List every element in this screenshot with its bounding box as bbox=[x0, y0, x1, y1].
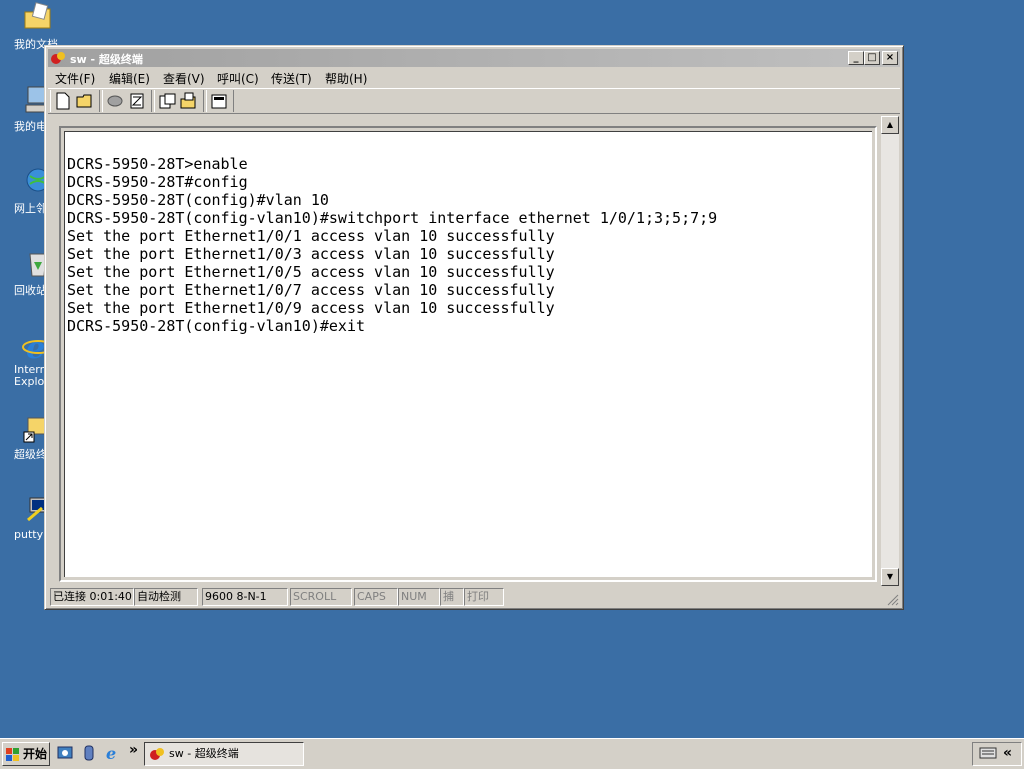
svg-text:e: e bbox=[106, 744, 116, 762]
terminal-line: Set the port Ethernet1/0/3 access vlan 1… bbox=[67, 245, 555, 263]
open-icon[interactable] bbox=[75, 91, 95, 111]
ie-quicklaunch-icon[interactable]: e bbox=[103, 744, 121, 763]
resize-grip-icon[interactable] bbox=[887, 594, 899, 606]
menu-call[interactable]: 呼叫(C) bbox=[217, 70, 259, 87]
media-icon[interactable] bbox=[80, 744, 98, 762]
hyperterminal-app-icon[interactable] bbox=[50, 50, 66, 66]
svg-text:e: e bbox=[26, 331, 45, 362]
send-icon[interactable] bbox=[157, 91, 177, 111]
window-title: sw - 超级终端 bbox=[70, 53, 143, 66]
toolbar bbox=[48, 88, 900, 114]
menu-edit[interactable]: 编辑(E) bbox=[109, 70, 150, 87]
hyperterminal-task-icon bbox=[150, 748, 164, 760]
terminal-line: Set the port Ethernet1/0/1 access vlan 1… bbox=[67, 227, 555, 245]
status-connection-time: 已连接 0:01:40 bbox=[50, 588, 134, 606]
status-print: 打印 bbox=[464, 588, 504, 606]
status-scroll: SCROLL bbox=[290, 588, 352, 606]
terminal-line: DCRS-5950-28T#config bbox=[67, 173, 248, 191]
quicklaunch-more-icon[interactable]: » bbox=[129, 742, 138, 758]
maximize-button[interactable]: □ bbox=[864, 51, 880, 65]
receive-icon[interactable] bbox=[179, 91, 199, 111]
terminal-line: DCRS-5950-28T(config-vlan10)#exit bbox=[67, 317, 366, 335]
status-caps: CAPS bbox=[354, 588, 398, 606]
menu-transfer[interactable]: 传送(T) bbox=[271, 70, 312, 87]
terminal-output: DCRS-5950-28T>enable DCRS-5950-28T#config… bbox=[67, 155, 717, 335]
terminal-frame: DCRS-5950-28T>enable DCRS-5950-28T#config… bbox=[59, 126, 877, 582]
dial-icon[interactable] bbox=[127, 91, 147, 111]
status-bar: 已连接 0:01:40 自动检测 9600 8-N-1 SCROLL CAPS … bbox=[48, 587, 900, 607]
start-button[interactable]: 开始 bbox=[2, 742, 50, 766]
status-num: NUM bbox=[398, 588, 440, 606]
scroll-up-button[interactable]: ▲ bbox=[881, 116, 899, 134]
terminal-line: Set the port Ethernet1/0/7 access vlan 1… bbox=[67, 281, 555, 299]
start-label: 开始 bbox=[23, 747, 48, 761]
folder-documents-icon bbox=[22, 2, 54, 34]
keyboard-icon[interactable] bbox=[979, 746, 997, 763]
close-button[interactable]: × bbox=[882, 51, 898, 65]
menu-help[interactable]: 帮助(H) bbox=[325, 70, 367, 87]
properties-icon[interactable] bbox=[209, 91, 229, 111]
terminal-line: DCRS-5950-28T(config-vlan10)#switchport … bbox=[67, 209, 718, 227]
windows-flag-icon bbox=[6, 747, 20, 761]
title-bar[interactable]: sw - 超级终端 _ □ × bbox=[48, 49, 900, 67]
vertical-scrollbar[interactable]: ▲ ▼ bbox=[881, 116, 899, 586]
hyperterminal-window: sw - 超级终端 _ □ × 文件(F) 编辑(E) 查看(V) 呼叫(C) … bbox=[44, 45, 904, 610]
status-port-settings: 9600 8-N-1 bbox=[202, 588, 288, 606]
show-desktop-icon[interactable] bbox=[56, 744, 74, 762]
scroll-down-button[interactable]: ▼ bbox=[881, 568, 899, 586]
terminal-line: Set the port Ethernet1/0/9 access vlan 1… bbox=[67, 299, 555, 317]
taskbar-item-label: sw - 超级终端 bbox=[169, 747, 239, 760]
minimize-button[interactable]: _ bbox=[848, 51, 864, 65]
tray-expand-icon[interactable]: « bbox=[1003, 745, 1012, 761]
menu-file[interactable]: 文件(F) bbox=[55, 70, 95, 87]
disconnect-icon[interactable] bbox=[105, 91, 125, 111]
status-detect: 自动检测 bbox=[134, 588, 198, 606]
new-icon[interactable] bbox=[53, 91, 73, 111]
menu-view[interactable]: 查看(V) bbox=[163, 70, 205, 87]
menu-bar: 文件(F) 编辑(E) 查看(V) 呼叫(C) 传送(T) 帮助(H) bbox=[48, 68, 900, 86]
taskbar: 开始 e » sw - 超级终端 « bbox=[0, 738, 1024, 769]
taskbar-item-hyperterminal[interactable]: sw - 超级终端 bbox=[144, 742, 304, 766]
terminal-screen[interactable]: DCRS-5950-28T>enable DCRS-5950-28T#config… bbox=[64, 131, 872, 577]
terminal-line: DCRS-5950-28T>enable bbox=[67, 155, 248, 173]
terminal-line: Set the port Ethernet1/0/5 access vlan 1… bbox=[67, 263, 555, 281]
system-tray: « bbox=[972, 742, 1022, 766]
terminal-line: DCRS-5950-28T(config)#vlan 10 bbox=[67, 191, 329, 209]
status-capture: 捕 bbox=[440, 588, 464, 606]
